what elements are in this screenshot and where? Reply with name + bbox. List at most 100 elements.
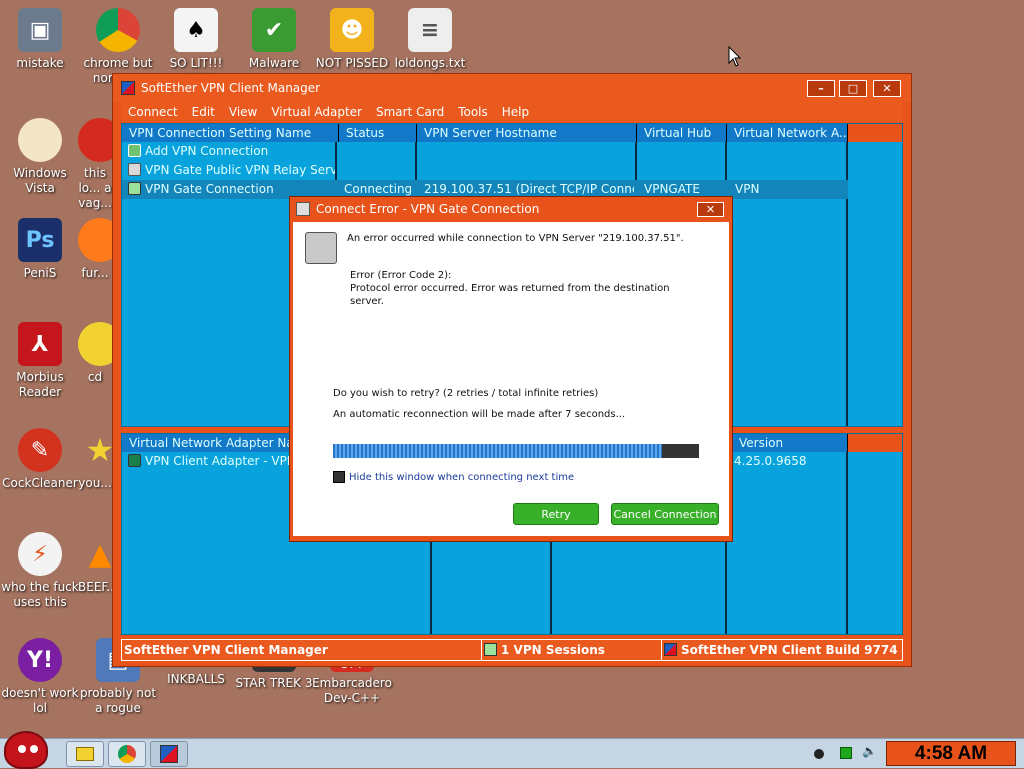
lightning-icon: ⚡ <box>18 532 62 576</box>
connection-row-add[interactable]: Add VPN Connection <box>122 142 848 161</box>
cone-icon: ▲ <box>88 536 112 572</box>
connection-name: VPN Gate Public VPN Relay Servers <box>145 163 335 177</box>
menu-connect[interactable]: Connect <box>121 105 185 119</box>
cancel-connection-button[interactable]: Cancel Connection <box>611 503 719 525</box>
taskbar-softether[interactable] <box>150 741 188 767</box>
start-eye <box>30 745 38 753</box>
menu-tools[interactable]: Tools <box>451 105 495 119</box>
softether-app-icon <box>160 745 178 763</box>
network-status-icon[interactable] <box>840 747 852 759</box>
record-icon[interactable] <box>814 749 824 759</box>
pig-icon: ☻ <box>330 8 374 52</box>
vpn-connection-icon <box>128 182 141 195</box>
retry-question: Do you wish to retry? (2 retries / total… <box>333 388 599 399</box>
maximize-button[interactable]: □ <box>839 80 867 97</box>
col-header-virtual-hub[interactable]: Virtual Hub <box>637 124 727 142</box>
retry-button[interactable]: Retry <box>513 503 599 525</box>
connection-name: VPN Gate Connection <box>145 182 274 196</box>
desktop-icon-morbius-reader[interactable]: ⅄ Morbius Reader <box>0 322 80 400</box>
network-adapter-icon <box>128 454 141 467</box>
desktop-icon-label: STAR TREK 3 <box>235 676 313 690</box>
computer-icon: ▣ <box>18 8 62 52</box>
chrome-icon <box>96 8 140 52</box>
adapter-name: VPN Client Adapter - VPN <box>145 454 296 468</box>
desktop-icon-not-pissed[interactable]: ☻ NOT PISSED <box>312 8 392 71</box>
disc-icon <box>78 322 112 366</box>
error-message: An error occurred while connection to VP… <box>347 233 684 244</box>
desktop-icon-beef[interactable]: ▲ BEEF... <box>78 532 112 595</box>
minimize-button[interactable]: – <box>807 80 835 97</box>
desktop-icon-label: PeniS <box>23 266 57 280</box>
taskbar-chrome[interactable] <box>108 741 146 767</box>
dialog-title: Connect Error - VPN Gate Connection <box>316 202 540 216</box>
desktop-icon-label: doesn't work lol <box>1 686 79 715</box>
menu-view[interactable]: View <box>222 105 264 119</box>
desktop-icon-inkballs[interactable]: INKBALLS <box>156 672 236 687</box>
desktop-icon-you[interactable]: ★ you... <box>78 428 112 491</box>
connection-row-vpn-gate-relay[interactable]: VPN Gate Public VPN Relay Servers <box>122 161 848 180</box>
hide-window-label[interactable]: Hide this window when connecting next ti… <box>349 472 574 483</box>
desktop-icon-label: you... <box>78 476 112 490</box>
menu-virtual-adapter[interactable]: Virtual Adapter <box>264 105 369 119</box>
menu-help[interactable]: Help <box>495 105 536 119</box>
desktop-icon-label: CockCleaner <box>2 476 78 490</box>
col-header-status[interactable]: Status <box>339 124 417 142</box>
softether-small-icon <box>664 643 677 656</box>
taskbar: 🔈 4:58 AM <box>0 731 1024 769</box>
desktop-icon-label: INKBALLS <box>167 672 225 686</box>
yahoo-icon: Y! <box>18 638 62 682</box>
adapter-version: 4.25.0.9658 <box>734 454 807 468</box>
desktop-icon-penis[interactable]: Ps PeniS <box>0 218 80 281</box>
desktop-icon-label: mistake <box>16 56 64 70</box>
taskbar-explorer[interactable] <box>66 741 104 767</box>
server-error-icon <box>305 232 337 264</box>
start-eye <box>18 745 26 753</box>
menu-smart-card[interactable]: Smart Card <box>369 105 451 119</box>
desktop-icon-mistake[interactable]: ▣ mistake <box>0 8 80 71</box>
status-app-name: SoftEther VPN Client Manager <box>122 640 482 660</box>
status-bar: SoftEther VPN Client Manager 1 VPN Sessi… <box>121 639 903 661</box>
volume-icon[interactable]: 🔈 <box>862 744 877 758</box>
desktop-icon-label: BEEF... <box>78 580 112 594</box>
clock[interactable]: 4:58 AM <box>886 741 1016 766</box>
red-ball-icon <box>78 118 112 162</box>
col-header-virtual-network-adapter[interactable]: Virtual Network A... <box>727 124 848 142</box>
hide-window-checkbox[interactable] <box>333 471 345 483</box>
desktop-icon-malware[interactable]: ✔ Malware <box>234 8 314 71</box>
desktop-icon-label: Morbius Reader <box>16 370 64 399</box>
desktop-icon-cd[interactable]: cd <box>78 322 112 385</box>
photoshop-icon: Ps <box>18 218 62 262</box>
hide-window-option[interactable]: Hide this window when connecting next ti… <box>333 471 574 483</box>
desktop-icon-loldongs[interactable]: ≡ loldongs.txt <box>390 8 470 71</box>
dialog-close-button[interactable]: ✕ <box>697 202 724 217</box>
start-button[interactable] <box>4 731 48 769</box>
desktop-icon-label: Embarcadero Dev-C++ <box>312 676 392 705</box>
desktop-icon-doesnt-work[interactable]: Y! doesn't work lol <box>0 638 80 716</box>
desktop-icon-windows-vista[interactable]: Windows Vista <box>0 118 80 196</box>
col-header-server-hostname[interactable]: VPN Server Hostname <box>417 124 637 142</box>
desktop-icon-fur[interactable]: fur... <box>78 218 112 281</box>
status-sessions-label: 1 VPN Sessions <box>501 643 605 657</box>
desktop-icon-label: who the fuck uses this <box>1 580 79 609</box>
desktop-icon-who-the-fuck[interactable]: ⚡ who the fuck uses this <box>0 532 80 610</box>
session-icon <box>484 643 497 656</box>
dialog-body: An error occurred while connection to VP… <box>293 222 729 536</box>
progress-fill <box>333 444 663 458</box>
window-titlebar[interactable]: SoftEther VPN Client Manager <box>113 74 911 102</box>
folder-icon <box>76 747 94 761</box>
firefox-icon <box>78 218 112 262</box>
error-detail-line-1: Protocol error occurred. Error was retur… <box>350 283 670 294</box>
desktop-icon-this-lo[interactable]: this lo... a vag... <box>78 118 112 211</box>
menu-edit[interactable]: Edit <box>185 105 222 119</box>
col-header-connection-name[interactable]: VPN Connection Setting Name <box>122 124 339 142</box>
close-button[interactable]: ✕ <box>873 80 901 97</box>
desktop-icon-label: Malware <box>248 56 300 70</box>
dialog-titlebar[interactable]: Connect Error - VPN Gate Connection <box>290 197 732 221</box>
chrome-icon <box>118 745 136 763</box>
cards-icon: ♠ <box>174 8 218 52</box>
desktop-icon-cockcleaner[interactable]: ✎ CockCleaner <box>0 428 80 491</box>
add-connection-icon <box>128 144 141 157</box>
col-header-version[interactable]: Version <box>732 434 848 452</box>
reconnect-progress-bar <box>333 444 699 458</box>
desktop-icon-label: NOT PISSED <box>315 56 389 70</box>
